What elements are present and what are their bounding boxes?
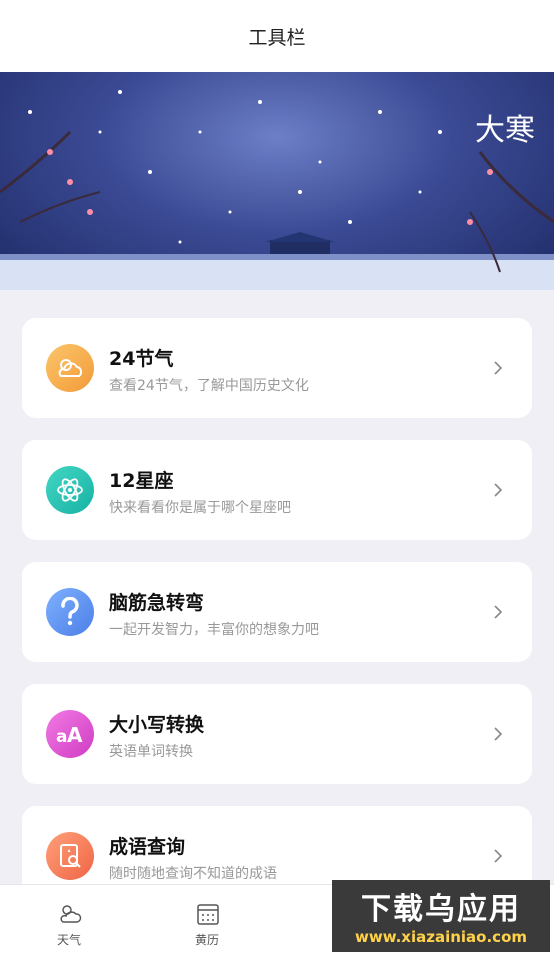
watermark-brand: 下载乌应用 [361,892,521,927]
question-mark-icon [46,588,94,636]
tool-card-riddles[interactable]: 脑筋急转弯 一起开发智力，丰富你的想象力吧 [22,562,532,662]
svg-text:A: A [67,723,83,747]
tool-card-title: 大小写转换 [109,714,205,736]
svg-text:a: a [56,727,67,747]
tool-card-subtitle: 查看24节气，了解中国历史文化 [109,378,309,394]
tool-card-title: 12星座 [109,470,174,492]
chevron-right-icon [494,361,503,375]
watermark-overlay: 下载乌应用 www.xiazainiao.com [332,880,550,952]
tool-card-subtitle: 随时随地查询不知道的成语 [109,866,277,882]
tool-card-subtitle: 英语单词转换 [109,744,193,760]
tool-card-title: 24节气 [109,348,174,370]
tool-card-zodiac[interactable]: 12星座 快来看看你是属于哪个星座吧 [22,440,532,540]
tab-label: 黄历 [194,933,219,947]
page-title: 工具栏 [248,26,306,49]
calendar-icon [197,904,219,925]
idiom-search-icon [46,832,94,880]
chevron-right-icon [494,605,503,619]
tool-card-case-convert[interactable]: aA 大小写转换 英语单词转换 [22,684,532,784]
banner-image: 大寒 [0,72,554,290]
tab-label: 天气 [56,933,81,947]
weather-icon [60,905,82,923]
tool-card-title: 成语查询 [109,836,186,858]
tab-weather[interactable]: 天气 [0,885,138,958]
tool-list: 24节气 查看24节气，了解中国历史文化 12星座 快来看看你是属于哪个星座吧 … [22,318,532,928]
tool-card-subtitle: 快来看看你是属于哪个星座吧 [109,500,291,516]
tool-card-subtitle: 一起开发智力，丰富你的想象力吧 [109,622,319,638]
letter-case-icon: aA [46,710,94,758]
tool-card-solar-terms[interactable]: 24节气 查看24节气，了解中国历史文化 [22,318,532,418]
chevron-right-icon [494,849,503,863]
tab-almanac[interactable]: 黄历 [138,885,276,958]
banner-calligraphy: 大寒 [475,113,535,148]
watermark-url: www.xiazainiao.com [354,928,528,946]
atom-icon [46,466,94,514]
chevron-right-icon [494,483,503,497]
tool-card-title: 脑筋急转弯 [109,592,205,614]
weather-cloud-sun-icon [46,344,94,392]
chevron-right-icon [494,727,503,741]
snowy-night-illustration: 大寒 [0,90,554,290]
page-header: 工具栏 [0,0,554,72]
